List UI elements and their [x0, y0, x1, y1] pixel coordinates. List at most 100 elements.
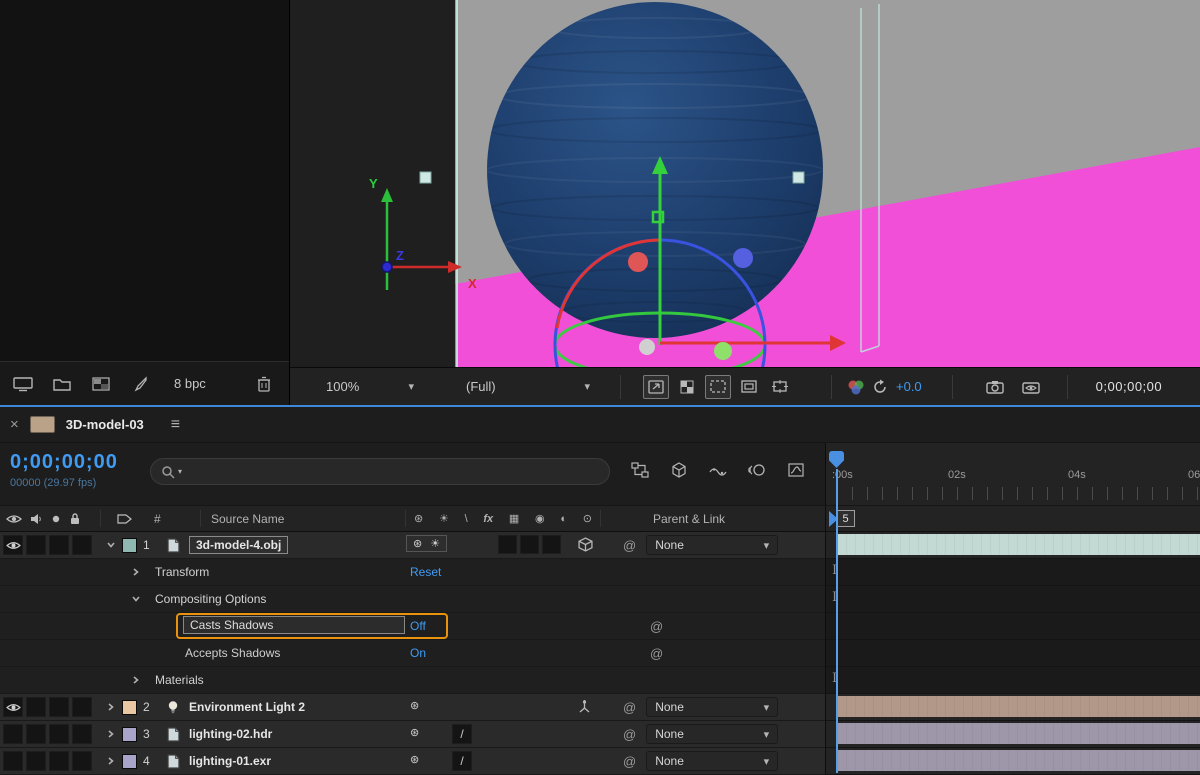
search-input[interactable]: [185, 465, 599, 479]
layer-track-3[interactable]: [825, 721, 1200, 748]
brush-icon[interactable]: [129, 374, 151, 394]
folder-icon[interactable]: [51, 374, 73, 394]
layer-track-1[interactable]: [825, 532, 1200, 559]
graph-editor-icon[interactable]: [785, 459, 807, 481]
guides-grid-icon[interactable]: [767, 375, 793, 399]
solo-icon[interactable]: [51, 514, 61, 524]
pick-whip-icon[interactable]: @: [623, 538, 636, 553]
resolution-select[interactable]: (Full) ▾: [458, 375, 598, 398]
quality-icon[interactable]: \: [465, 513, 468, 525]
twirl-right-icon[interactable]: [100, 729, 122, 739]
collapse-quality-switch-group[interactable]: ⊛ ☀: [406, 535, 447, 552]
eye-icon[interactable]: [6, 513, 22, 525]
collapse-transformations-icon[interactable]: ⊛: [414, 512, 423, 525]
audio-icon[interactable]: [30, 513, 43, 525]
layer-duration-bar[interactable]: [837, 696, 1200, 717]
trash-icon[interactable]: [253, 374, 275, 394]
pick-whip-icon[interactable]: @: [623, 754, 636, 769]
layer-search-box[interactable]: ▾: [150, 458, 610, 485]
viewport-timecode[interactable]: 0;00;00;00: [1096, 379, 1162, 394]
property-group-transform[interactable]: Transform Reset I: [0, 559, 1200, 586]
collapse-switch-icon[interactable]: ⊛: [410, 699, 419, 712]
mask-visibility-icon[interactable]: [736, 375, 762, 399]
region-of-interest-icon[interactable]: [705, 375, 731, 399]
search-options-chevron-icon[interactable]: ▾: [178, 467, 182, 476]
layer-track-4[interactable]: [825, 748, 1200, 775]
composition-scene[interactable]: Y X Z: [290, 0, 1200, 367]
property-pick-whip-icon[interactable]: @: [650, 646, 663, 661]
layer-name[interactable]: 3d-model-4.obj: [189, 536, 402, 554]
rasterize-icon[interactable]: ☀: [439, 512, 449, 525]
video-toggle[interactable]: [3, 535, 23, 555]
layer-duration-bar[interactable]: [837, 534, 1200, 555]
layer-name[interactable]: Environment Light 2: [189, 700, 402, 714]
parent-select[interactable]: None ▾: [646, 697, 778, 717]
audio-toggle[interactable]: [26, 751, 46, 771]
property-pick-whip-icon[interactable]: @: [650, 619, 663, 634]
close-tab-icon[interactable]: ×: [10, 416, 19, 433]
show-snapshot-icon[interactable]: [1019, 375, 1043, 399]
lock-toggle[interactable]: [72, 751, 92, 771]
layer-row-2[interactable]: 2 Environment Light 2 ⊛ @ None: [0, 694, 1200, 721]
channels-icon[interactable]: [844, 375, 868, 399]
lock-toggle[interactable]: [72, 535, 92, 555]
layer-row-4[interactable]: 4 lighting-01.exr ⊛ / @ None ▾: [0, 748, 1200, 775]
switch-well[interactable]: [520, 535, 539, 554]
snapshot-camera-icon[interactable]: [983, 375, 1007, 399]
transparency-grid-icon[interactable]: [674, 375, 700, 399]
selection-handle-right[interactable]: [793, 172, 804, 183]
quality-switch[interactable]: /: [452, 724, 472, 744]
hide-shy-layers-icon[interactable]: [707, 459, 729, 481]
twirl-down-icon[interactable]: [100, 540, 122, 550]
layer-color-swatch[interactable]: [122, 754, 137, 769]
layer-name[interactable]: lighting-02.hdr: [189, 727, 402, 741]
pick-whip-icon[interactable]: @: [623, 700, 636, 715]
property-group-compositing-options[interactable]: Compositing Options I: [0, 586, 1200, 613]
light-axis-icon[interactable]: [578, 699, 591, 713]
current-timecode[interactable]: 0;00;00;00: [10, 451, 118, 474]
gizmo-center-handle[interactable]: [639, 339, 655, 355]
solo-toggle[interactable]: [49, 535, 69, 555]
adjustment-layer-icon[interactable]: ◐: [560, 513, 567, 525]
parent-link-column-header[interactable]: Parent & Link: [600, 510, 825, 528]
frame-blend-icon[interactable]: ▦: [509, 512, 519, 525]
collapse-switch-icon[interactable]: ⊛: [410, 726, 419, 739]
video-toggle[interactable]: [3, 724, 23, 744]
layer-track-2[interactable]: [825, 694, 1200, 721]
pick-whip-icon[interactable]: @: [623, 727, 636, 742]
exposure-reset-icon[interactable]: [868, 375, 892, 399]
switch-well[interactable]: [498, 535, 517, 554]
3d-layer-column-icon[interactable]: ⊙: [583, 512, 592, 525]
accepts-shadows-value[interactable]: On: [410, 646, 426, 660]
twirl-right-icon[interactable]: [131, 567, 141, 577]
3d-layer-switch-icon[interactable]: [578, 537, 593, 552]
lock-icon[interactable]: [69, 512, 81, 525]
motion-blur-column-icon[interactable]: ◉: [535, 512, 545, 525]
lock-toggle[interactable]: [72, 724, 92, 744]
twirl-down-icon[interactable]: [131, 594, 141, 604]
source-name-column-header[interactable]: Source Name: [200, 510, 405, 528]
bpc-label[interactable]: 8 bpc: [168, 376, 212, 391]
label-tag-icon[interactable]: [117, 513, 132, 525]
audio-toggle[interactable]: [26, 535, 46, 555]
transform-reset-link[interactable]: Reset: [410, 565, 441, 579]
gizmo-x-rotate-handle[interactable]: [628, 252, 648, 272]
audio-toggle[interactable]: [26, 697, 46, 717]
switch-well[interactable]: [542, 535, 561, 554]
solo-toggle[interactable]: [49, 697, 69, 717]
panel-menu-icon[interactable]: ≡: [171, 416, 180, 434]
quality-switch-icon[interactable]: ☀: [430, 537, 440, 550]
layer-color-swatch[interactable]: [122, 700, 137, 715]
parent-select[interactable]: None ▾: [646, 751, 778, 771]
composition-flowchart-icon[interactable]: [629, 459, 651, 481]
magnification-select[interactable]: 100% ▾: [318, 375, 422, 398]
collapse-switch-icon[interactable]: ⊛: [410, 753, 419, 766]
playhead-line[interactable]: [836, 469, 838, 773]
lock-toggle[interactable]: [72, 697, 92, 717]
interpret-footage-icon[interactable]: [12, 374, 34, 394]
casts-shadows-value[interactable]: Off: [410, 619, 426, 633]
layer-row-3[interactable]: 3 lighting-02.hdr ⊛ / @ None ▾: [0, 721, 1200, 748]
gizmo-y-rotate-handle[interactable]: [714, 342, 732, 360]
parent-select[interactable]: None ▾: [646, 724, 778, 744]
layer-row-1[interactable]: 1 3d-model-4.obj ⊛ ☀: [0, 532, 1200, 559]
